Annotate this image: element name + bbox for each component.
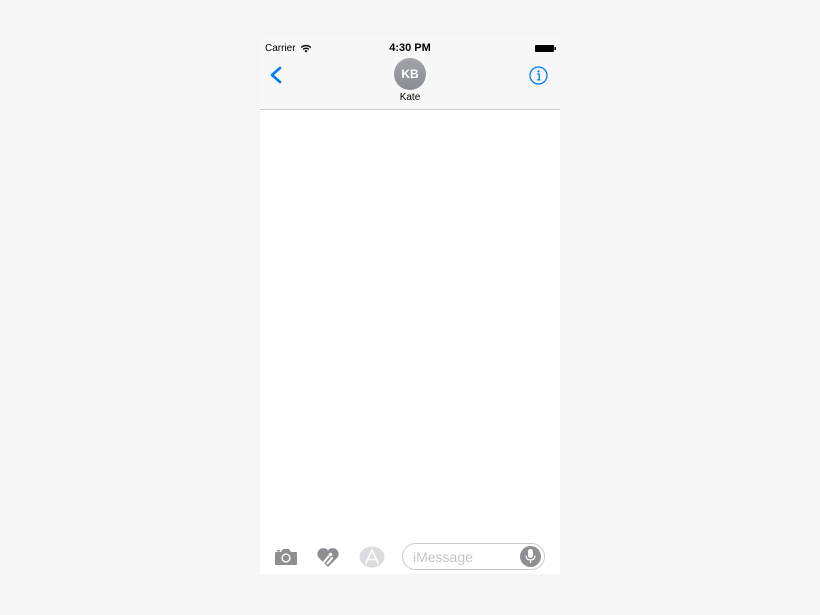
chevron-left-icon[interactable] [268,66,284,84]
microphone-button[interactable] [520,546,541,567]
status-time: 4:30 PM [389,42,431,54]
message-field[interactable] [402,543,545,570]
camera-icon[interactable] [273,546,299,568]
message-thread[interactable] [260,110,560,534]
battery-icon [535,45,556,52]
info-icon[interactable] [529,66,548,85]
message-input-bar [260,538,560,574]
avatar[interactable]: KB [394,58,426,90]
app-store-icon[interactable] [359,546,385,568]
conversation-header: KB Kate [260,58,560,110]
contact-name[interactable]: Kate [260,92,560,103]
avatar-initials: KB [401,67,419,81]
message-input[interactable] [413,548,513,566]
messages-screen: Carrier 4:30 PM KB Kate [260,38,560,574]
status-bar: Carrier 4:30 PM [260,38,560,58]
digital-touch-icon[interactable] [315,546,341,568]
microphone-icon [525,549,536,563]
